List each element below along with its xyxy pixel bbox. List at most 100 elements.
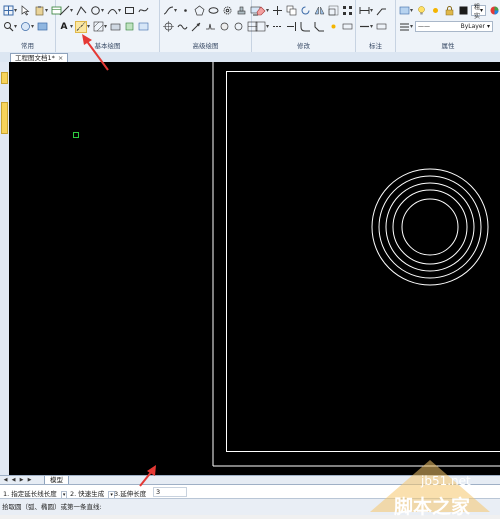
color-wheel-icon[interactable]: [488, 5, 500, 17]
break-line-icon[interactable]: [204, 21, 216, 33]
point-icon[interactable]: [179, 5, 191, 17]
option-number: 1.: [3, 490, 9, 498]
lock-icon[interactable]: [443, 5, 455, 17]
chevron-down-icon[interactable]: ▾: [410, 7, 413, 14]
image-icon[interactable]: [137, 21, 149, 33]
stretch-icon[interactable]: [341, 21, 353, 33]
palette-tab-2[interactable]: [1, 102, 8, 134]
eraser-icon[interactable]: [254, 5, 266, 17]
document-tab[interactable]: 工程图文档1*×: [10, 53, 68, 62]
chevron-down-icon[interactable]: ▾: [70, 7, 73, 14]
center-mark-icon[interactable]: [162, 21, 174, 33]
text-tool-icon[interactable]: A: [58, 21, 70, 33]
group-label-common: 常用: [0, 40, 55, 50]
close-icon[interactable]: ×: [58, 54, 63, 62]
rotate-icon[interactable]: [299, 5, 311, 17]
polyline-icon[interactable]: [75, 5, 87, 17]
curve-icon[interactable]: [162, 5, 174, 17]
circle-2: [379, 176, 481, 278]
copy-icon[interactable]: [285, 5, 297, 17]
chevron-down-icon[interactable]: ▾: [87, 23, 90, 30]
chevron-down-icon[interactable]: ▾: [370, 7, 373, 14]
leader-icon[interactable]: [375, 5, 387, 17]
chevron-down-icon[interactable]: ▾: [31, 23, 34, 30]
polygon-icon[interactable]: [193, 5, 205, 17]
option-label: 快速生成: [78, 490, 104, 498]
scale-icon[interactable]: [327, 5, 339, 17]
tolerance-icon[interactable]: [375, 21, 387, 33]
chevron-down-icon[interactable]: ▾: [118, 7, 121, 14]
layer-icon[interactable]: [36, 21, 48, 33]
chevron-down-icon[interactable]: ▾: [410, 23, 413, 30]
zoom-icon[interactable]: [2, 21, 14, 33]
extend-icon[interactable]: [285, 21, 297, 33]
arrow-icon[interactable]: [190, 21, 202, 33]
linetype-select[interactable]: —— ByLayer ▾: [415, 21, 493, 32]
grid-icon[interactable]: [2, 5, 14, 17]
wave-line-icon[interactable]: [176, 21, 188, 33]
chamfer-icon[interactable]: [313, 21, 325, 33]
fillet-icon[interactable]: [299, 21, 311, 33]
hole-icon[interactable]: [218, 21, 230, 33]
cursor-icon[interactable]: [19, 5, 31, 17]
chevron-down-icon[interactable]: ▾: [370, 23, 373, 30]
group-label-dimension: 标注: [356, 40, 395, 50]
insert-icon[interactable]: [123, 21, 135, 33]
ellipse-icon[interactable]: [207, 5, 219, 17]
group-label-basic-draw: 基本绘图: [56, 40, 159, 50]
next-tab-icon[interactable]: ▶: [18, 477, 25, 484]
trim-icon[interactable]: [271, 21, 283, 33]
stamp-icon[interactable]: [235, 5, 247, 17]
chevron-down-icon[interactable]: ▾: [104, 23, 107, 30]
explode-icon[interactable]: [327, 21, 339, 33]
chevron-down-icon[interactable]: ▾: [45, 7, 48, 14]
spline-icon[interactable]: [137, 5, 149, 17]
dimension-icon[interactable]: [358, 5, 370, 17]
mirror-icon[interactable]: [313, 5, 325, 17]
pan-icon[interactable]: [19, 21, 31, 33]
chevron-down-icon[interactable]: ▾: [14, 23, 17, 30]
linetype-icon[interactable]: [398, 21, 410, 33]
chevron-down-icon[interactable]: ▾: [14, 7, 17, 14]
paste-icon[interactable]: [33, 5, 45, 17]
move-icon[interactable]: [271, 5, 283, 17]
watermark-brand: 脚本之家: [394, 492, 470, 519]
command-value-input[interactable]: 3: [153, 487, 187, 497]
dim-style-icon[interactable]: [358, 21, 370, 33]
palette-tab-1[interactable]: [1, 72, 8, 84]
line-icon[interactable]: [58, 5, 70, 17]
chevron-down-icon[interactable]: ▾: [70, 23, 73, 30]
drawing-svg: [9, 62, 500, 475]
cursor-pickbox: [74, 133, 79, 138]
arc-icon[interactable]: [106, 5, 118, 17]
chevron-down-icon[interactable]: ▾: [101, 7, 104, 14]
first-tab-icon[interactable]: ◀: [2, 477, 9, 484]
ribbon-toolbar: ▾ ▾ ▾ ▾ 常用 ▾ ▾ ▾ A ▾: [0, 0, 500, 53]
sun-icon[interactable]: [429, 5, 441, 17]
chevron-down-icon[interactable]: ▾: [174, 7, 177, 14]
offset-icon[interactable]: [254, 21, 266, 33]
command-option-3[interactable]: 3.延伸长度: [114, 488, 146, 498]
color-swatch-icon[interactable]: [457, 5, 469, 17]
gear-teeth-icon[interactable]: [232, 21, 244, 33]
last-tab-icon[interactable]: ▶: [26, 477, 33, 484]
lineweight-select[interactable]: 粗实▾: [471, 5, 486, 16]
ribbon-group-dimension: ▾ ▾ 标注: [356, 0, 396, 52]
circle-icon[interactable]: [89, 5, 101, 17]
drawing-canvas[interactable]: [9, 62, 500, 475]
array-icon[interactable]: [341, 5, 353, 17]
chevron-down-icon[interactable]: ▾: [266, 7, 269, 14]
lightbulb-icon[interactable]: [415, 5, 427, 17]
command-option-1[interactable]: 1. 指定延长线长度 ▾: [3, 488, 67, 498]
block-icon[interactable]: [109, 21, 121, 33]
command-option-2[interactable]: 2. 快速生成 ▾: [70, 488, 115, 498]
ribbon-group-common: ▾ ▾ ▾ ▾ 常用: [0, 0, 56, 52]
gear-icon[interactable]: [221, 5, 233, 17]
hatch-icon[interactable]: [92, 21, 104, 33]
prev-tab-icon[interactable]: ◀: [10, 477, 17, 484]
layer-properties-icon[interactable]: [398, 5, 410, 17]
centerline-icon[interactable]: [75, 21, 87, 33]
group-label-advanced-draw: 高级绘图: [160, 40, 251, 50]
rectangle-icon[interactable]: [123, 5, 135, 17]
chevron-down-icon[interactable]: ▾: [266, 23, 269, 30]
